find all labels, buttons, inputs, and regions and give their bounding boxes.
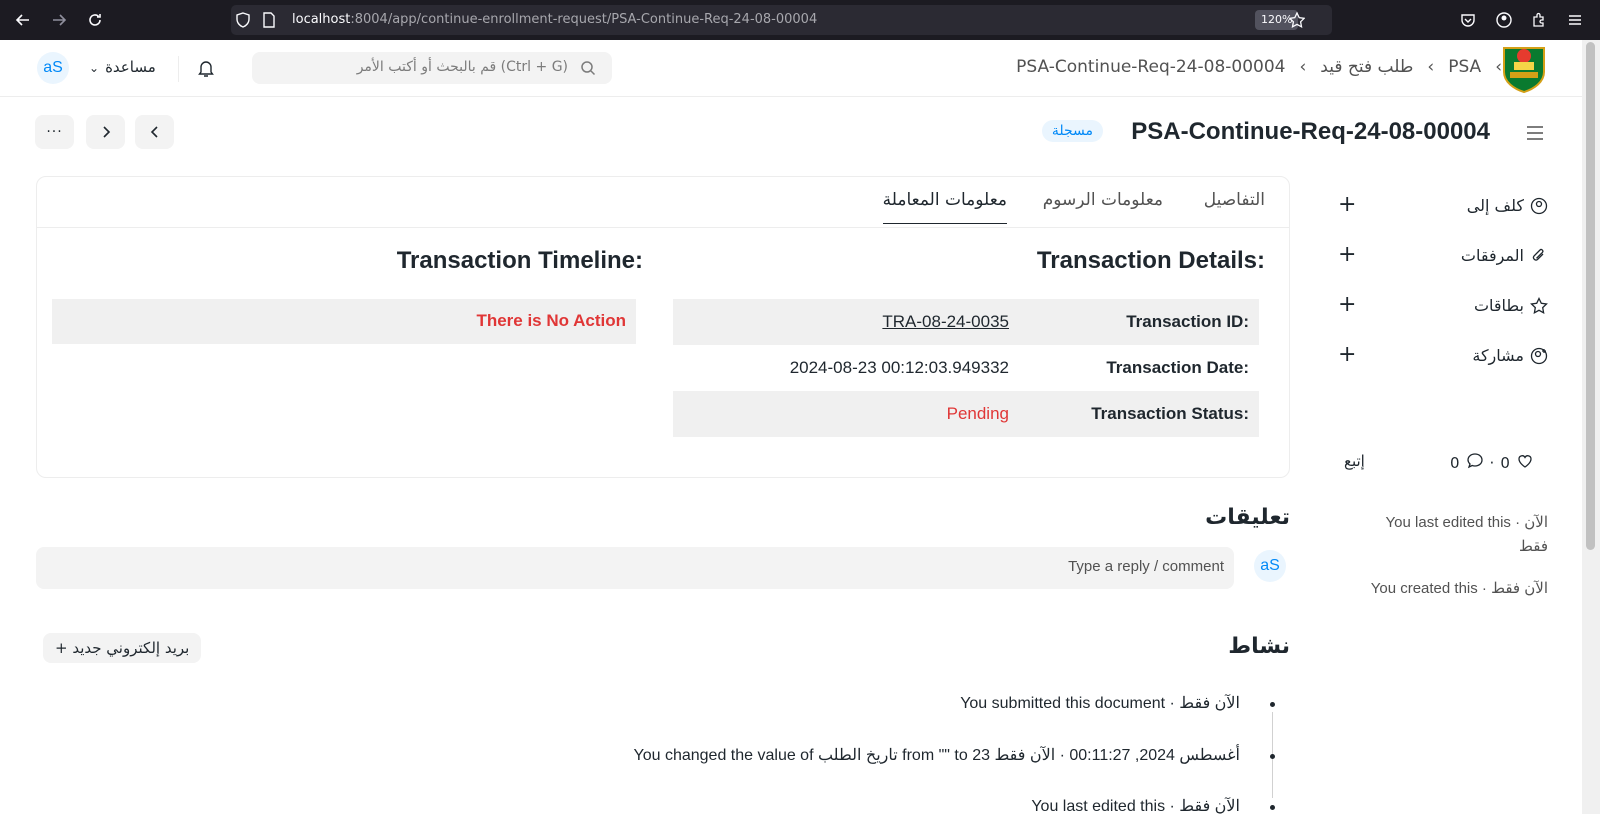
sidebar-item-assign[interactable]: كلف إلى + [1338,191,1548,221]
timeline-dot [1270,805,1275,810]
transaction-details-heading: Transaction Details: [1036,247,1265,274]
sidebar-item-label: مشاركة [1472,346,1524,365]
transaction-status-label: Transaction Status: [1091,404,1249,423]
doc-stats: 0 · 0 [1450,452,1534,474]
page-icon [257,8,281,32]
transaction-status-row: Transaction Status: Pending [673,391,1259,437]
university-logo[interactable] [1500,42,1548,94]
last-edited-text-cont: فقط [1519,538,1548,555]
app-navbar: ‹ PSA ‹ طلب فتح قيد ‹ PSA-Continue-Req-2… [0,40,1582,97]
navbar-divider [178,56,179,82]
transaction-date-row: Transaction Date: 2024-08-23 00:12:03.94… [673,345,1259,391]
breadcrumb-item-current[interactable]: PSA-Continue-Req-24-08-00004 [1016,57,1285,77]
transaction-date-value: 2024-08-23 00:12:03.949332 [789,358,1009,377]
plus-icon[interactable]: + [1338,291,1356,319]
comments-heading: تعليقات [1205,505,1290,530]
activity-item: You changed the value of تاريخ الطلب fro… [633,747,1240,764]
next-doc-button[interactable] [86,115,125,149]
comment-count: 0 [1450,454,1460,472]
paperclip-icon [1530,247,1548,269]
scrollbar-thumb[interactable] [1586,42,1595,550]
notification-bell-icon[interactable] [196,58,216,82]
breadcrumb-chevron-icon: ‹ [1299,57,1307,77]
back-icon[interactable] [11,8,35,32]
heart-icon[interactable] [1516,452,1534,474]
sidebar-item-label: كلف إلى [1466,196,1524,215]
tab-details[interactable]: التفاصيل [1204,190,1265,210]
more-label: ··· [46,124,63,140]
search-placeholder: قم بالبحث أو أكتب الأمر (Ctrl + G) [356,59,568,75]
transaction-status-value: Pending [946,404,1009,423]
bookmark-star-icon[interactable] [1285,8,1309,32]
comment-input[interactable]: Type a reply / comment [36,547,1234,589]
activity-item: You submitted this document · الآن فقط [960,695,1240,712]
breadcrumb-item-psa[interactable]: PSA [1448,57,1481,77]
page-title: PSA-Continue-Req-24-08-00004 [1131,118,1490,145]
activity-heading: نشاط [1228,634,1290,659]
chevron-right-icon [102,126,110,138]
chevron-down-icon: ⌄ [89,61,100,75]
status-badge: مسجلة [1041,120,1103,142]
plus-icon[interactable]: + [1338,191,1356,219]
form-tabs: التفاصيل معلومات الرسوم معلومات المعاملة [37,177,1289,228]
transaction-id-link[interactable]: TRA-08-24-0035 [882,312,1009,332]
reload-icon[interactable] [83,8,107,32]
browser-toolbar: localhost:8004/app/continue-enrollment-r… [0,0,1600,40]
search-input[interactable]: قم بالبحث أو أكتب الأمر (Ctrl + G) [252,52,612,84]
share-user-icon [1530,347,1548,369]
address-bar[interactable]: localhost:8004/app/continue-enrollment-r… [231,5,1332,35]
extensions-icon[interactable] [1527,8,1551,32]
help-label: مساعدة [105,58,156,76]
like-count: 0 [1500,454,1510,472]
sidebar-item-tags[interactable]: بطاقات + [1338,291,1548,321]
created-text: You created this · الآن فقط [1370,580,1548,597]
timeline-dot [1270,754,1275,759]
chevron-left-icon [150,126,158,138]
follow-button[interactable]: إتبع [1344,452,1365,470]
plus-icon[interactable]: + [1338,341,1356,369]
search-icon [580,60,596,80]
tab-transaction[interactable]: معلومات المعاملة [882,190,1007,224]
sidebar-item-label: المرفقات [1460,246,1524,265]
page-scrollbar[interactable] [1582,40,1600,814]
forward-icon[interactable] [47,8,71,32]
last-edited-text: You last edited this · الآن [1385,514,1548,531]
tab-fees[interactable]: معلومات الرسوم [1043,190,1163,210]
timeline-dot [1270,702,1275,707]
assign-user-icon [1530,197,1548,219]
menu-icon[interactable] [1563,8,1587,32]
sidebar-item-attachments[interactable]: المرفقات + [1338,241,1548,271]
sidebar-toggle-icon[interactable] [1525,123,1545,147]
help-dropdown[interactable]: ⌄ مساعدة [89,58,156,76]
timeline-box: There is No Action [52,299,636,344]
transaction-timeline-heading: Transaction Timeline: [396,247,643,274]
form-card: التفاصيل معلومات الرسوم معلومات المعاملة… [36,176,1290,478]
sidebar-item-share[interactable]: مشاركة + [1338,341,1548,371]
prev-doc-button[interactable] [135,115,174,149]
breadcrumb-chevron-icon: ‹ [1427,57,1435,77]
plus-icon[interactable]: + [1338,241,1356,269]
star-icon [1530,296,1548,319]
sidebar-item-label: بطاقات [1473,296,1524,315]
breadcrumb-item-doctype[interactable]: طلب فتح قيد [1320,57,1413,77]
shield-icon[interactable] [231,8,255,32]
transaction-id-label: Transaction ID: [1126,312,1249,331]
breadcrumb-chevron-icon: ‹ [1495,57,1502,77]
activity-item: You last edited this · الآن فقط [1031,798,1240,815]
breadcrumb: ‹ PSA ‹ طلب فتح قيد ‹ PSA-Continue-Req-2… [1016,57,1502,77]
transaction-id-row: Transaction ID: TRA-08-24-0035 [673,299,1259,345]
pocket-icon[interactable] [1456,8,1480,32]
stats-separator: · [1489,454,1495,472]
timeline-empty-text: There is No Action [476,311,626,330]
account-icon[interactable] [1492,8,1516,32]
user-avatar[interactable]: aS [37,52,69,84]
new-email-button[interactable]: + بريد إلكتروني جديد [43,633,202,663]
transaction-date-label: Transaction Date: [1106,358,1249,377]
comment-icon[interactable] [1466,452,1484,474]
more-actions-button[interactable]: ··· [35,115,74,149]
comment-avatar: aS [1254,550,1286,582]
url-text[interactable]: localhost:8004/app/continue-enrollment-r… [292,12,817,27]
comment-placeholder: Type a reply / comment [1068,558,1224,575]
